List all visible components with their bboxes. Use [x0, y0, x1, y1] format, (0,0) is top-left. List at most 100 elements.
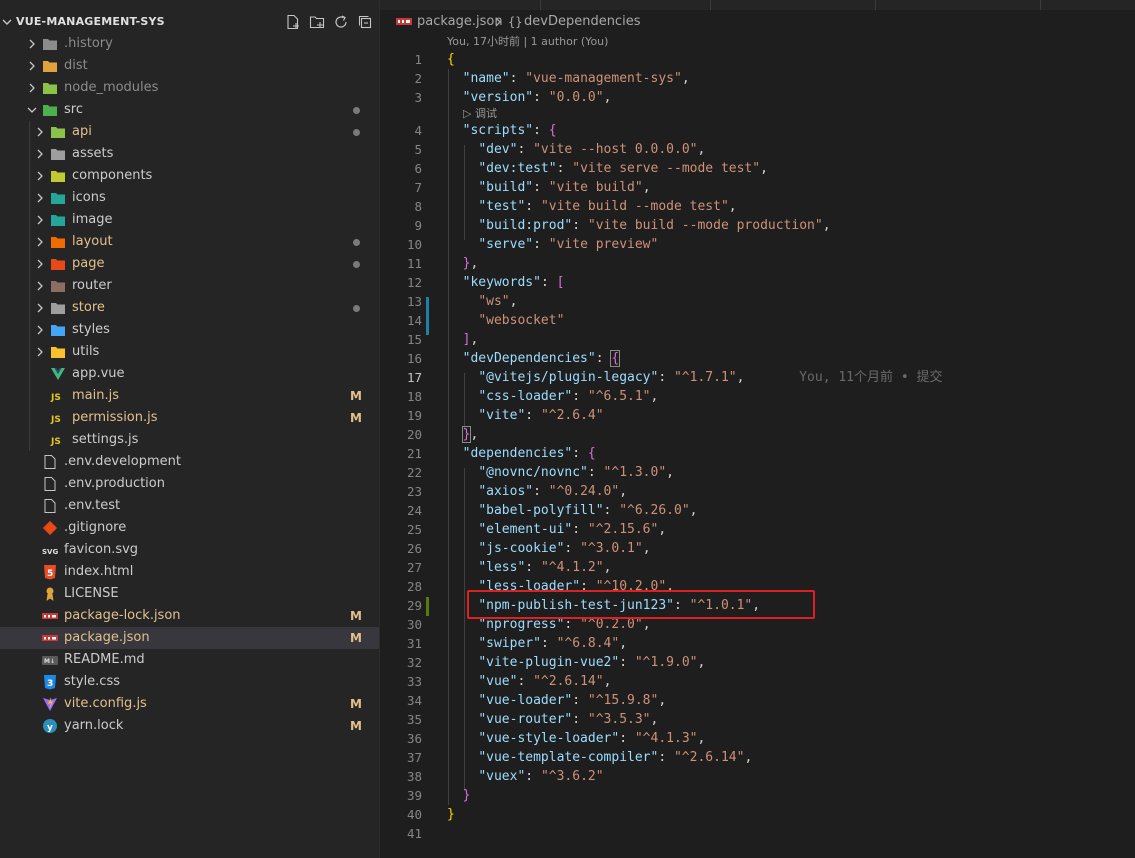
code-line[interactable]: "@novnc/novnc": "^1.3.0",: [447, 463, 1127, 482]
code-line[interactable]: "name": "vue-management-sys",: [447, 69, 1127, 88]
code-line[interactable]: "element-ui": "^2.15.6",: [447, 520, 1127, 539]
code-line[interactable]: "dependencies": {: [447, 444, 1127, 463]
explorer-header[interactable]: VUE-MANAGEMENT-SYS: [0, 11, 380, 33]
explorer-item[interactable]: vite.config.js M: [0, 693, 379, 715]
explorer-item[interactable]: router: [0, 275, 379, 297]
explorer-item[interactable]: package.json M: [0, 627, 379, 649]
code-line[interactable]: "vite": "^2.6.4": [447, 406, 1127, 425]
chevron-right-icon[interactable]: [35, 126, 45, 138]
explorer-item[interactable]: icons: [0, 187, 379, 209]
chevron-right-icon[interactable]: [35, 192, 45, 204]
chevron-right-icon[interactable]: [35, 346, 45, 358]
code-line[interactable]: "css-loader": "^6.5.1",: [447, 387, 1127, 406]
breadcrumb-file[interactable]: package.json: [417, 11, 503, 33]
new-folder-icon[interactable]: [309, 14, 325, 30]
refresh-icon[interactable]: [333, 14, 349, 30]
line-number-gutter[interactable]: 1 2 3 4 5 6 7 8 9 10 11 12 13 14 15 16 17 18 19 20 21 22 23 24 2…: [380, 50, 422, 843]
explorer-item[interactable]: api: [0, 121, 379, 143]
code-line[interactable]: "scripts": {: [447, 121, 1127, 140]
chevron-right-icon[interactable]: [27, 82, 37, 94]
chevron-right-icon[interactable]: [35, 148, 45, 160]
explorer-item[interactable]: .env.production: [0, 473, 379, 495]
code-line[interactable]: "less": "^4.1.2",: [447, 558, 1127, 577]
code-line[interactable]: "build": "vite build",: [447, 178, 1127, 197]
code-line[interactable]: {: [447, 50, 1127, 69]
code-line[interactable]: "websocket": [447, 311, 1127, 330]
code-line[interactable]: "vite-plugin-vue2": "^1.9.0",: [447, 653, 1127, 672]
explorer-item[interactable]: utils: [0, 341, 379, 363]
explorer-item[interactable]: assets: [0, 143, 379, 165]
explorer-item[interactable]: app.vue: [0, 363, 379, 385]
code-line[interactable]: "build:prod": "vite build --mode product…: [447, 216, 1127, 235]
explorer-item[interactable]: 5 index.html: [0, 561, 379, 583]
chevron-right-icon[interactable]: [35, 236, 45, 248]
explorer-item[interactable]: src: [0, 99, 379, 121]
explorer-item[interactable]: page: [0, 253, 379, 275]
chevron-right-icon[interactable]: [27, 60, 37, 72]
code-line[interactable]: "devDependencies": {: [447, 349, 1127, 368]
chevron-down-icon[interactable]: [2, 15, 12, 29]
explorer-item[interactable]: dist: [0, 55, 379, 77]
chevron-right-icon[interactable]: [35, 280, 45, 292]
code-line[interactable]: "dev": "vite --host 0.0.0.0",: [447, 140, 1127, 159]
code-line[interactable]: },: [447, 254, 1127, 273]
explorer-item[interactable]: components: [0, 165, 379, 187]
explorer-item[interactable]: styles: [0, 319, 379, 341]
explorer-item[interactable]: .env.development: [0, 451, 379, 473]
explorer-item[interactable]: SVG favicon.svg: [0, 539, 379, 561]
code-line[interactable]: "vue-loader": "^15.9.8",: [447, 691, 1127, 710]
code-line[interactable]: "vue-template-compiler": "^2.6.14",: [447, 748, 1127, 767]
code-line[interactable]: "swiper": "^6.8.4",: [447, 634, 1127, 653]
code-line[interactable]: ],: [447, 330, 1127, 349]
tab-strip[interactable]: [380, 0, 1135, 10]
code-line[interactable]: "version": "0.0.0",: [447, 88, 1127, 107]
code-line[interactable]: "babel-polyfill": "^6.26.0",: [447, 501, 1127, 520]
explorer-item[interactable]: layout: [0, 231, 379, 253]
codelens-author[interactable]: You, 17小时前 | 1 author (You): [447, 33, 608, 51]
git-added-bar[interactable]: [426, 597, 429, 616]
codelens-debug[interactable]: ▷ 调试: [447, 107, 1127, 121]
collapse-all-icon[interactable]: [357, 14, 373, 30]
explorer-item[interactable]: .gitignore: [0, 517, 379, 539]
code-line[interactable]: }: [447, 805, 1127, 824]
code-line[interactable]: "serve": "vite preview": [447, 235, 1127, 254]
explorer-item[interactable]: JS main.js M: [0, 385, 379, 407]
explorer-item[interactable]: image: [0, 209, 379, 231]
explorer-item[interactable]: .history: [0, 33, 379, 55]
code-line[interactable]: "@vitejs/plugin-legacy": "^1.7.1", You, …: [447, 368, 1127, 387]
chevron-right-icon[interactable]: [35, 324, 45, 336]
code-line[interactable]: "ws",: [447, 292, 1127, 311]
code-line[interactable]: "test": "vite build --mode test",: [447, 197, 1127, 216]
chevron-down-icon[interactable]: [27, 104, 37, 116]
explorer-item[interactable]: LICENSE: [0, 583, 379, 605]
explorer-item[interactable]: M↓ README.md: [0, 649, 379, 671]
code-line[interactable]: "dev:test": "vite serve --mode test",: [447, 159, 1127, 178]
git-modified-bar[interactable]: [426, 297, 429, 335]
code-line[interactable]: }: [447, 786, 1127, 805]
explorer-item[interactable]: store: [0, 297, 379, 319]
code-view[interactable]: { "name": "vue-management-sys", "version…: [447, 50, 1127, 843]
explorer-item[interactable]: package-lock.json M: [0, 605, 379, 627]
chevron-right-icon[interactable]: [35, 170, 45, 182]
code-line[interactable]: "vuex": "^3.6.2": [447, 767, 1127, 786]
explorer-item[interactable]: node_modules: [0, 77, 379, 99]
code-line[interactable]: "axios": "^0.24.0",: [447, 482, 1127, 501]
explorer-item[interactable]: y yarn.lock M: [0, 715, 379, 737]
code-line[interactable]: "vue-router": "^3.5.3",: [447, 710, 1127, 729]
breadcrumb-symbol[interactable]: devDependencies: [524, 11, 640, 33]
code-line[interactable]: "js-cookie": "^3.0.1",: [447, 539, 1127, 558]
chevron-right-icon[interactable]: [35, 258, 45, 270]
chevron-right-icon[interactable]: [35, 214, 45, 226]
code-line[interactable]: "keywords": [: [447, 273, 1127, 292]
code-line[interactable]: "vue": "^2.6.14",: [447, 672, 1127, 691]
explorer-item[interactable]: JS settings.js: [0, 429, 379, 451]
chevron-right-icon[interactable]: [35, 302, 45, 314]
explorer-item[interactable]: 3 style.css: [0, 671, 379, 693]
new-file-icon[interactable]: [285, 14, 301, 30]
explorer-item[interactable]: .env.test: [0, 495, 379, 517]
code-line[interactable]: },: [447, 425, 1127, 444]
code-line[interactable]: [447, 824, 1127, 843]
explorer-item[interactable]: JS permission.js M: [0, 407, 379, 429]
chevron-right-icon[interactable]: [27, 38, 37, 50]
code-line[interactable]: "vue-style-loader": "^4.1.3",: [447, 729, 1127, 748]
